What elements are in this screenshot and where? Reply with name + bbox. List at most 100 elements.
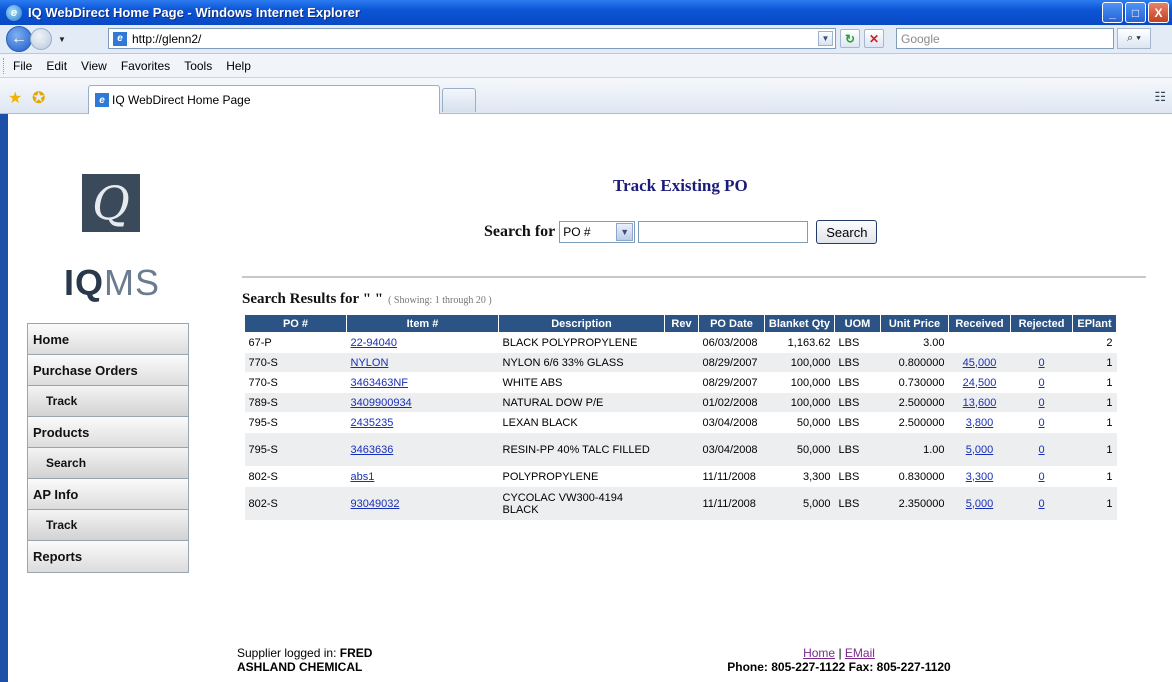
favorites-star-icon[interactable]: ★ bbox=[8, 88, 22, 108]
received-link[interactable]: 24,500 bbox=[963, 377, 997, 389]
address-url[interactable]: http://glenn2/ bbox=[132, 32, 201, 46]
sidebar-item-products-search[interactable]: Search bbox=[28, 448, 188, 479]
item-link[interactable]: abs1 bbox=[351, 471, 375, 483]
cell-uom: LBS bbox=[834, 332, 881, 353]
received-link[interactable]: 3,300 bbox=[966, 471, 994, 483]
close-button[interactable]: X bbox=[1148, 2, 1169, 23]
menu-tools[interactable]: Tools bbox=[177, 59, 219, 73]
address-dropdown-icon[interactable]: ▼ bbox=[818, 31, 833, 46]
col-blanket-qty[interactable]: Blanket Qty bbox=[764, 314, 835, 333]
window-controls: _ □ X bbox=[1102, 2, 1169, 23]
col-unit-price[interactable]: Unit Price bbox=[880, 314, 949, 333]
stop-button[interactable]: ✕ bbox=[864, 29, 884, 48]
sidebar-item-purchase-orders[interactable]: Purchase Orders bbox=[28, 355, 188, 386]
cell-blanket-qty: 100,000 bbox=[764, 352, 835, 373]
web-search-input[interactable]: Google bbox=[896, 28, 1114, 49]
po-search-input[interactable] bbox=[638, 221, 809, 243]
cell-unit-price: 0.830000 bbox=[880, 466, 949, 487]
cell-eplant: 1 bbox=[1072, 352, 1117, 373]
item-link[interactable]: 2435235 bbox=[351, 417, 394, 429]
received-link[interactable]: 45,000 bbox=[963, 357, 997, 369]
col-description[interactable]: Description bbox=[498, 314, 665, 333]
rejected-link[interactable]: 0 bbox=[1038, 397, 1044, 409]
search-field-select[interactable]: PO # ▼ bbox=[559, 221, 636, 243]
web-search-button[interactable]: ⌕ ▾ bbox=[1117, 28, 1151, 49]
menu-view[interactable]: View bbox=[74, 59, 114, 73]
col-uom[interactable]: UOM bbox=[834, 314, 881, 333]
rejected-link[interactable]: 0 bbox=[1038, 417, 1044, 429]
cell-description: CYCOLAC VW300-4194 BLACK bbox=[498, 486, 665, 521]
cell-received: 45,000 bbox=[948, 352, 1011, 373]
maximize-button[interactable]: □ bbox=[1125, 2, 1146, 23]
refresh-button[interactable]: ↻ bbox=[840, 29, 860, 48]
sidebar-item-ap-info[interactable]: AP Info bbox=[28, 479, 188, 510]
sidebar-item-reports[interactable]: Reports bbox=[28, 541, 188, 572]
item-link[interactable]: 93049032 bbox=[351, 498, 400, 510]
rejected-link[interactable]: 0 bbox=[1038, 444, 1044, 456]
tab-tools-icon[interactable]: ☷ bbox=[1154, 89, 1166, 105]
menu-edit[interactable]: Edit bbox=[39, 59, 74, 73]
col-po[interactable]: PO # bbox=[244, 314, 347, 333]
results-count: ( Showing: 1 through 20 ) bbox=[388, 295, 492, 306]
received-link[interactable]: 5,000 bbox=[966, 498, 994, 510]
cell-eplant: 1 bbox=[1072, 466, 1117, 487]
item-link[interactable]: NYLON bbox=[351, 357, 389, 369]
menu-bar: File Edit View Favorites Tools Help bbox=[0, 54, 1172, 78]
address-bar[interactable]: e http://glenn2/ ▼ bbox=[108, 28, 836, 49]
col-item[interactable]: Item # bbox=[346, 314, 499, 333]
rejected-link[interactable]: 0 bbox=[1038, 471, 1044, 483]
new-tab-button[interactable] bbox=[442, 88, 476, 112]
received-link[interactable]: 3,800 bbox=[966, 417, 994, 429]
address-toolbar: ← → ▼ e http://glenn2/ ▼ ↻ ✕ Google ⌕ ▾ bbox=[0, 25, 1172, 54]
page-content: Q IQMS Home Purchase Orders Track Produc… bbox=[6, 114, 1172, 682]
item-link[interactable]: 3463636 bbox=[351, 444, 394, 456]
back-button[interactable]: ← bbox=[6, 26, 32, 52]
sidebar-item-home[interactable]: Home bbox=[28, 324, 188, 355]
cell-blanket-qty: 3,300 bbox=[764, 466, 835, 487]
col-rejected[interactable]: Rejected bbox=[1010, 314, 1073, 333]
supplier-info: Supplier logged in: FRED ASHLAND CHEMICA… bbox=[237, 646, 372, 674]
item-link[interactable]: 3463463NF bbox=[351, 377, 409, 389]
menu-file[interactable]: File bbox=[6, 59, 39, 73]
add-favorites-icon[interactable]: ✪ bbox=[32, 88, 45, 108]
tab-iq-webdirect[interactable]: e IQ WebDirect Home Page bbox=[88, 85, 440, 114]
sidebar-item-ap-track[interactable]: Track bbox=[28, 510, 188, 541]
rejected-link[interactable]: 0 bbox=[1038, 357, 1044, 369]
search-field-selected: PO # bbox=[563, 225, 591, 239]
footer-home-link[interactable]: Home bbox=[803, 646, 835, 660]
cell-po: 795-S bbox=[244, 432, 347, 467]
item-link[interactable]: 22-94040 bbox=[351, 337, 398, 349]
cell-blanket-qty: 50,000 bbox=[764, 412, 835, 433]
col-po-date[interactable]: PO Date bbox=[698, 314, 765, 333]
forward-button[interactable]: → bbox=[30, 28, 52, 50]
menu-help[interactable]: Help bbox=[219, 59, 258, 73]
received-link[interactable]: 5,000 bbox=[966, 444, 994, 456]
cell-eplant: 1 bbox=[1072, 372, 1117, 393]
rejected-link[interactable]: 0 bbox=[1038, 377, 1044, 389]
contact-info: Home | EMail Phone: 805-227-1122 Fax: 80… bbox=[714, 646, 964, 674]
cell-item: 93049032 bbox=[346, 486, 499, 521]
received-link[interactable]: 13,600 bbox=[963, 397, 997, 409]
sidebar-item-po-track[interactable]: Track bbox=[28, 386, 188, 417]
table-row: 67-P 22-94040 BLACK POLYPROPYLENE 06/03/… bbox=[244, 332, 1117, 353]
minimize-button[interactable]: _ bbox=[1102, 2, 1123, 23]
cell-rejected: 0 bbox=[1010, 392, 1073, 413]
history-dropdown-icon[interactable]: ▼ bbox=[58, 35, 66, 44]
col-rev[interactable]: Rev bbox=[664, 314, 699, 333]
cell-uom: LBS bbox=[834, 432, 881, 467]
sidebar-item-products[interactable]: Products bbox=[28, 417, 188, 448]
cell-item: 3409900934 bbox=[346, 392, 499, 413]
cell-po-date: 11/11/2008 bbox=[698, 486, 765, 521]
tab-bar: ★ ✪ e IQ WebDirect Home Page ☷ bbox=[0, 78, 1172, 114]
cell-po-date: 08/29/2007 bbox=[698, 352, 765, 373]
footer-email-link[interactable]: EMail bbox=[845, 646, 875, 660]
search-button[interactable]: Search bbox=[816, 220, 878, 244]
col-received[interactable]: Received bbox=[948, 314, 1011, 333]
col-eplant[interactable]: EPlant bbox=[1072, 314, 1117, 333]
chevron-down-icon[interactable]: ▼ bbox=[616, 223, 634, 241]
cell-blanket-qty: 100,000 bbox=[764, 392, 835, 413]
divider bbox=[242, 276, 1146, 278]
rejected-link[interactable]: 0 bbox=[1038, 498, 1044, 510]
menu-favorites[interactable]: Favorites bbox=[114, 59, 177, 73]
item-link[interactable]: 3409900934 bbox=[351, 397, 412, 409]
